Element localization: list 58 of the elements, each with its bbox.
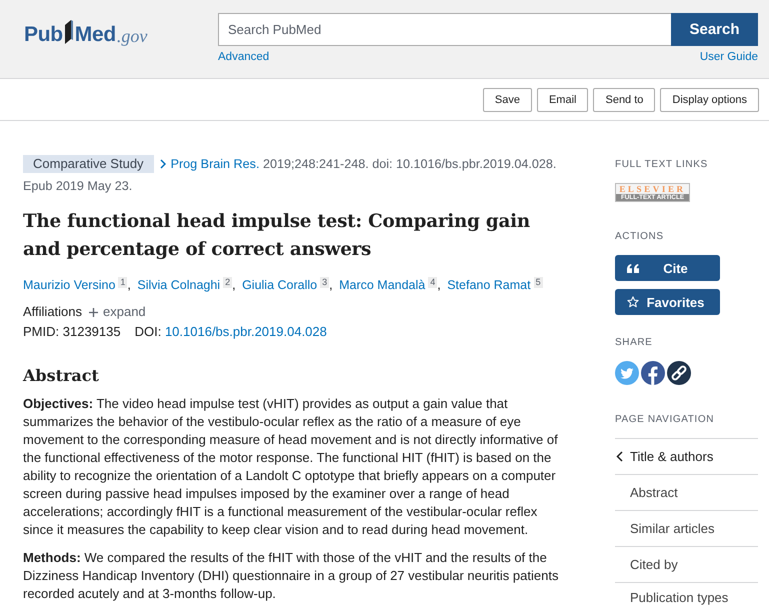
affiliation-number[interactable]: 3 [320, 277, 330, 288]
logo-text[interactable]: Med [74, 23, 116, 47]
logo-text[interactable]: Pub [24, 23, 63, 47]
citation-text: 2019;248:241-248. doi: 10.1016/bs.pbr.2019.04.028. [262, 156, 556, 173]
author-separator: , [127, 278, 131, 292]
toolbar-button[interactable]: Email [536, 88, 588, 112]
sidebar-heading: FULL TEXT LINKS [615, 158, 709, 172]
section-heading: Abstract [23, 365, 100, 387]
affiliation-number[interactable]: 2 [223, 277, 232, 288]
doi-link[interactable]: 10.1016/bs.pbr.2019.04.028 [164, 324, 327, 339]
page-nav-item[interactable]: Cited by [615, 546, 758, 582]
chevron-right-icon [160, 159, 166, 169]
favorites-button[interactable]: Favorites [615, 289, 720, 315]
cite-button[interactable]: Cite [615, 255, 720, 281]
journal-link[interactable]: Prog Brain Res. [160, 153, 260, 175]
letter-f-icon[interactable] [641, 361, 665, 385]
affiliations-label: Affiliations [23, 303, 82, 321]
author-link[interactable]: Silvia Colnaghi [137, 278, 220, 292]
book-icon [64, 20, 73, 44]
author-link[interactable]: Stefano Ramat [447, 278, 531, 292]
search-button[interactable]: Search [671, 13, 758, 46]
header-link[interactable]: Advanced [218, 50, 270, 64]
author-link[interactable]: Marco Mandalà [339, 278, 426, 292]
page-nav-item[interactable]: Abstract [615, 474, 758, 510]
page-nav-item[interactable]: Similar articles [615, 510, 758, 546]
abstract-paragraph: Objectives: The video head impulse test (vHIT) provides as output a gain value that summarizes the behavior of the vestibulo-ocular reflex as the ratio of a measure of eye movement to the corresponding measure of head movement and is not directly informative of the functional effectiveness of the motor response. The functional HIT (fHIT) is based on the ability to recognize the orientation of a Landolt C optotype that briefly appears on a computer screen during passive head impulses imposed by the examiner over a range of head accelerations; accordingly fHIT is a functional measurement of the vestibular-ocular reflex since it measures the capability to keep clear vision and to read during head movement. [23, 395, 559, 539]
abstract-paragraph: Methods: We compared the results of the fHIT with those of the vHIT and the results of the Dizziness Handicap Inventory (DHI) questionnaire in a group of 27 vestibular neuritis patients recorded acutely and at 3-months follow-up. [23, 549, 560, 603]
toolbar-button[interactable]: Send to [593, 88, 656, 112]
affiliation-number[interactable]: 5 [534, 277, 543, 288]
identifier-label: PMID: [23, 324, 60, 339]
toolbar-button[interactable]: Save [482, 88, 532, 112]
article-title: The functional head impulse test: Comparing gain and percentage of correct answers [23, 210, 531, 262]
identifier-label: DOI: [134, 324, 162, 339]
page-nav-item[interactable]: Title & authors [615, 438, 758, 474]
header-link[interactable]: User Guide [700, 50, 758, 64]
affiliation-number[interactable]: 1 [118, 277, 128, 288]
page-nav-item[interactable]: Publication types [615, 582, 758, 605]
search-field[interactable]: Search PubMed [218, 13, 671, 46]
identifier-value: 31239135 [62, 324, 121, 339]
author-separator: , [329, 278, 333, 292]
chevron-left-icon [616, 451, 623, 462]
quote-icon [627, 264, 639, 272]
chain-link-icon[interactable] [667, 361, 691, 385]
logo-domain[interactable]: .gov [116, 25, 148, 47]
publication-type-tag: Comparative Study [23, 155, 154, 173]
sidebar-heading: ACTIONS [615, 230, 665, 244]
toolbar-button[interactable]: Display options [660, 88, 759, 112]
star-icon [627, 296, 639, 308]
expand-toggle[interactable]: expand [89, 302, 146, 322]
plus-icon [89, 308, 98, 316]
author-link[interactable]: Giulia Corallo [242, 278, 318, 292]
sidebar-heading: SHARE [615, 336, 654, 350]
sidebar-heading: PAGE NAVIGATION [615, 413, 716, 427]
affiliation-number[interactable]: 4 [428, 277, 438, 288]
author-separator: , [232, 278, 236, 292]
author-link[interactable]: Maurizio Versino [23, 278, 116, 292]
epub-date: Epub 2019 May 23. [23, 178, 132, 195]
author-separator: , [437, 278, 441, 292]
